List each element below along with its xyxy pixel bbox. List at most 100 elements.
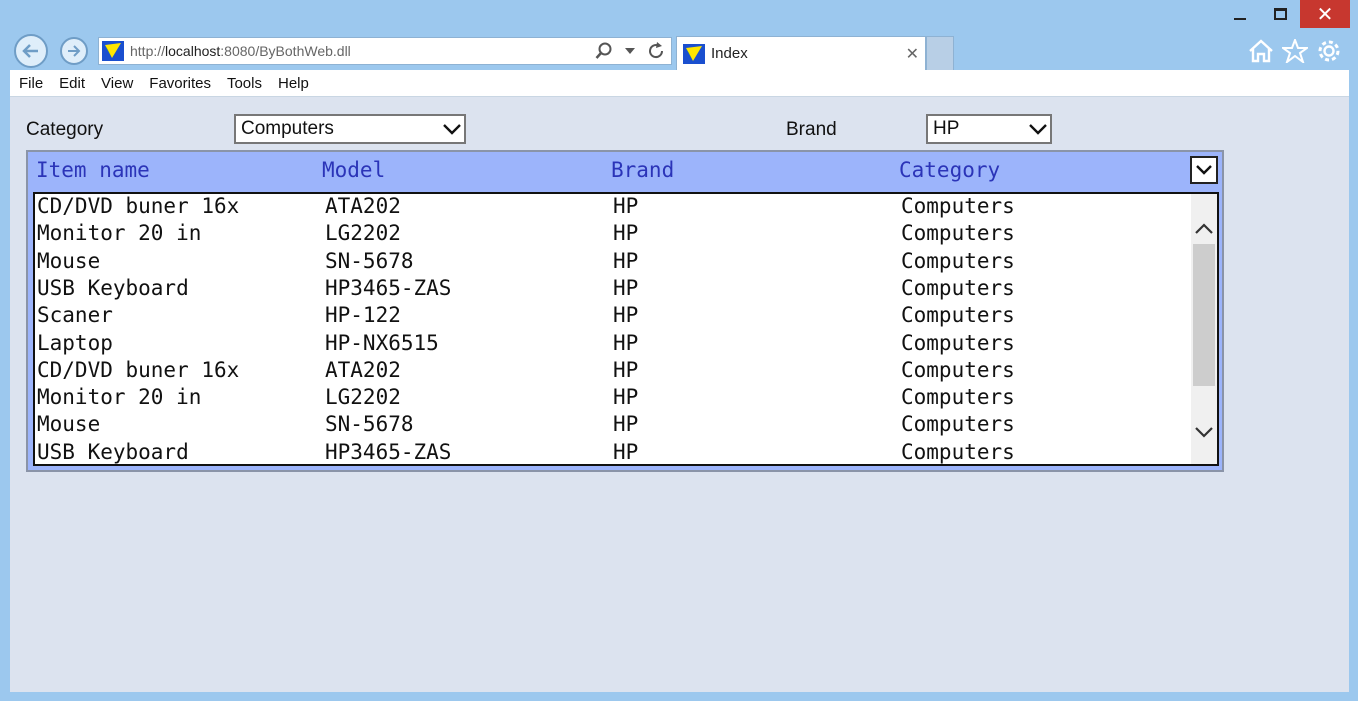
- menu-edit[interactable]: Edit: [59, 75, 85, 92]
- table-row[interactable]: Mouse SN-5678 HP Computers: [35, 412, 1191, 439]
- address-bar[interactable]: http://localhost:8080/ByBothWeb.dll: [98, 37, 672, 65]
- cell-brand: HP: [613, 221, 639, 246]
- cell-item-name: Laptop: [37, 330, 113, 355]
- cell-category: Computers: [901, 248, 1015, 273]
- cell-category: Computers: [901, 194, 1015, 218]
- dropdown-caret-icon[interactable]: [619, 40, 641, 62]
- page-content: Category Computers Brand HP Item name Mo…: [10, 97, 1349, 692]
- cell-item-name: Monitor 20 in: [37, 385, 202, 410]
- table-row[interactable]: CD/DVD buner 16x ATA202 HP Computers: [35, 358, 1191, 385]
- window-controls: ✕: [1220, 0, 1350, 30]
- cell-model: HP3465-ZAS: [325, 439, 452, 464]
- column-header-item-name[interactable]: Item name: [36, 158, 150, 182]
- column-chooser-button[interactable]: [1190, 156, 1218, 184]
- cell-model: LG2202: [325, 221, 401, 246]
- cell-category: Computers: [901, 439, 1015, 464]
- scrollbar-thumb[interactable]: [1193, 244, 1215, 386]
- table-row[interactable]: USB Keyboard HP3465-ZAS HP Computers: [35, 439, 1191, 464]
- cell-model: ATA202: [325, 357, 401, 382]
- menu-file[interactable]: File: [19, 75, 43, 92]
- column-header-brand[interactable]: Brand: [611, 158, 674, 182]
- tab-index[interactable]: Index ✕: [676, 36, 926, 70]
- cell-category: Computers: [901, 412, 1015, 437]
- cell-brand: HP: [613, 385, 639, 410]
- chevron-down-icon: [440, 119, 464, 139]
- menu-bar: File Edit View Favorites Tools Help: [10, 70, 1349, 97]
- table-row[interactable]: Monitor 20 in LG2202 HP Computers: [35, 221, 1191, 248]
- arrow-right-icon: [68, 45, 81, 57]
- new-tab-button[interactable]: [926, 36, 954, 70]
- scroll-down-icon[interactable]: [1191, 422, 1217, 442]
- cell-category: Computers: [901, 385, 1015, 410]
- menu-help[interactable]: Help: [278, 75, 309, 92]
- cell-model: HP3465-ZAS: [325, 275, 452, 300]
- column-header-model[interactable]: Model: [322, 158, 385, 182]
- browser-tools: [1248, 38, 1342, 64]
- cell-model: HP-122: [325, 303, 401, 328]
- address-url[interactable]: http://localhost:8080/ByBothWeb.dll: [130, 43, 593, 59]
- chevron-down-icon: [1026, 119, 1050, 139]
- scroll-up-icon[interactable]: [1191, 218, 1217, 238]
- cell-category: Computers: [901, 303, 1015, 328]
- cell-brand: HP: [613, 357, 639, 382]
- grid-body: CD/DVD buner 16x ATA202 HP Computers Monitor…: [33, 192, 1219, 466]
- cell-category: Computers: [901, 221, 1015, 246]
- vertical-scrollbar[interactable]: [1191, 194, 1217, 464]
- cell-brand: HP: [613, 275, 639, 300]
- cell-brand: HP: [613, 330, 639, 355]
- settings-gear-icon[interactable]: [1316, 38, 1342, 64]
- chevron-down-icon: [1196, 165, 1212, 175]
- cell-item-name: USB Keyboard: [37, 275, 189, 300]
- cell-item-name: Mouse: [37, 248, 101, 273]
- maximize-icon: [1273, 8, 1287, 20]
- site-favicon-icon: [102, 41, 124, 61]
- minimize-button[interactable]: [1220, 0, 1260, 28]
- close-window-button[interactable]: ✕: [1300, 0, 1350, 28]
- table-row[interactable]: Mouse SN-5678 HP Computers: [35, 249, 1191, 276]
- cell-item-name: Scaner: [37, 303, 113, 328]
- cell-brand: HP: [613, 248, 639, 273]
- table-row[interactable]: Scaner HP-122 HP Computers: [35, 303, 1191, 330]
- column-header-category[interactable]: Category: [899, 158, 1000, 182]
- category-select[interactable]: Computers: [234, 114, 466, 144]
- table-row[interactable]: Laptop HP-NX6515 HP Computers: [35, 331, 1191, 358]
- maximize-button[interactable]: [1260, 0, 1300, 28]
- grid-header: Item name Model Brand Category: [28, 152, 1222, 192]
- menu-tools[interactable]: Tools: [227, 75, 262, 92]
- cell-model: LG2202: [325, 385, 401, 410]
- category-label: Category: [26, 119, 104, 140]
- table-row[interactable]: USB Keyboard HP3465-ZAS HP Computers: [35, 276, 1191, 303]
- cell-brand: HP: [613, 412, 639, 437]
- cell-item-name: CD/DVD buner 16x: [37, 194, 240, 218]
- tab-favicon-icon: [683, 43, 705, 64]
- tab-label: Index: [711, 45, 748, 62]
- brand-select-value: HP: [933, 118, 960, 139]
- menu-favorites[interactable]: Favorites: [149, 75, 211, 92]
- back-button[interactable]: [14, 34, 48, 68]
- cell-item-name: Mouse: [37, 412, 101, 437]
- home-icon[interactable]: [1248, 38, 1274, 64]
- favorites-star-icon[interactable]: [1282, 38, 1308, 64]
- cell-model: SN-5678: [325, 412, 414, 437]
- refresh-icon[interactable]: [645, 40, 667, 62]
- menu-view[interactable]: View: [101, 75, 133, 92]
- arrow-left-icon: [22, 44, 38, 58]
- cell-brand: HP: [613, 439, 639, 464]
- cell-item-name: Monitor 20 in: [37, 221, 202, 246]
- cell-model: SN-5678: [325, 248, 414, 273]
- table-row[interactable]: Monitor 20 in LG2202 HP Computers: [35, 385, 1191, 412]
- cell-category: Computers: [901, 330, 1015, 355]
- category-select-value: Computers: [241, 118, 334, 139]
- cell-model: ATA202: [325, 194, 401, 218]
- tab-close-icon[interactable]: ✕: [906, 44, 919, 64]
- forward-button[interactable]: [60, 37, 88, 65]
- cell-item-name: USB Keyboard: [37, 439, 189, 464]
- minimize-icon: [1234, 18, 1246, 20]
- brand-select[interactable]: HP: [926, 114, 1052, 144]
- search-icon[interactable]: [593, 40, 615, 62]
- cell-item-name: CD/DVD buner 16x: [37, 357, 240, 382]
- items-grid: Item name Model Brand Category CD/DVD bu…: [26, 150, 1224, 472]
- close-icon: ✕: [1316, 3, 1334, 26]
- brand-label: Brand: [786, 119, 837, 140]
- table-row[interactable]: CD/DVD buner 16x ATA202 HP Computers: [35, 194, 1191, 221]
